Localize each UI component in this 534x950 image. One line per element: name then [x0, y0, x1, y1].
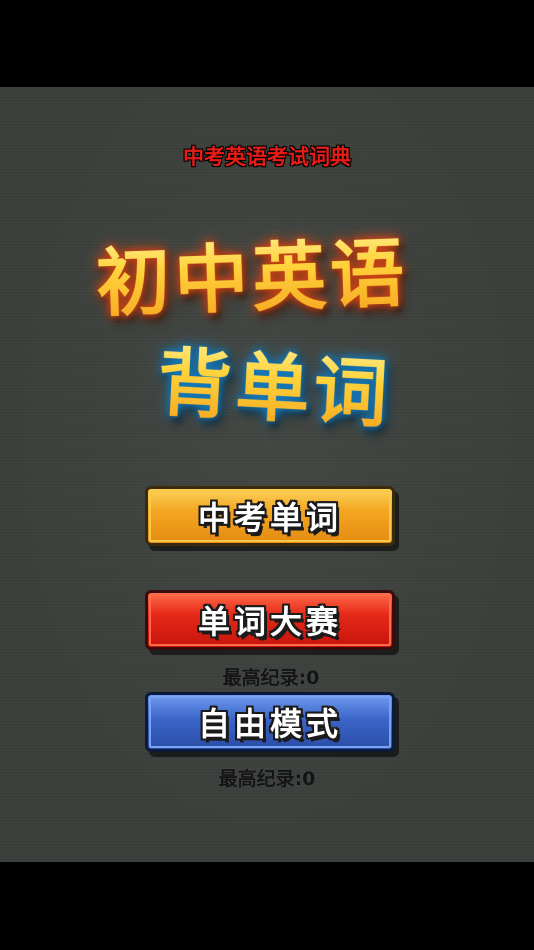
letterbox-top [0, 0, 534, 87]
letterbox-bottom [0, 862, 534, 950]
exam-words-button[interactable]: 中考单词 [145, 486, 395, 546]
free-mode-button[interactable]: 自由模式 [145, 692, 395, 752]
main-menu-screen: 中考英语考试词典 初中英语 背单词 中考单词 单词大赛 最高纪录:0 自由模式 … [0, 87, 534, 862]
word-contest-button-label: 单词大赛 [197, 603, 342, 641]
free-mode-button-label: 自由模式 [197, 705, 342, 743]
app-subtitle: 中考英语考试词典 [183, 145, 351, 169]
word-contest-button[interactable]: 单词大赛 [145, 590, 395, 650]
free-mode-high-score: 最高纪录:0 [218, 768, 316, 790]
word-contest-high-score: 最高纪录:0 [222, 667, 320, 689]
title-logo-line2: 背单词 [155, 323, 394, 442]
exam-words-button-label: 中考单词 [197, 499, 342, 537]
title-logo-line1: 初中英语 [94, 214, 410, 332]
